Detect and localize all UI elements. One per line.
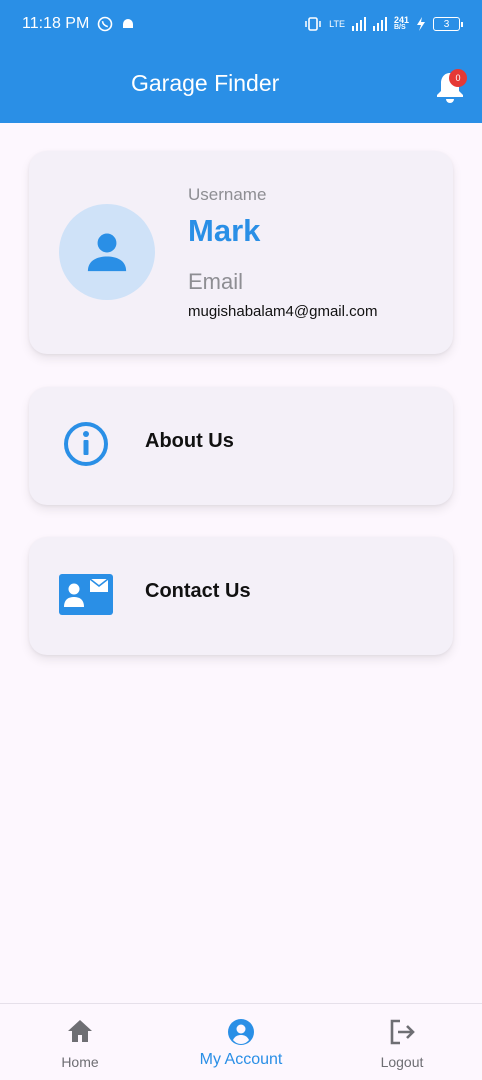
bottom-navigation: Home My Account Logout bbox=[0, 1003, 482, 1080]
nav-my-account[interactable]: My Account bbox=[161, 1004, 321, 1080]
about-us-card[interactable]: About Us bbox=[29, 387, 453, 505]
net-speed-value: 241 bbox=[393, 15, 409, 25]
android-icon bbox=[123, 19, 134, 28]
whatsapp-icon bbox=[97, 16, 113, 32]
info-icon bbox=[64, 422, 108, 466]
signal-icon bbox=[351, 17, 366, 31]
nav-logout-label: Logout bbox=[380, 1054, 424, 1070]
contact-card-icon bbox=[59, 574, 113, 615]
net-speed-unit: B/S bbox=[393, 24, 406, 31]
vibrate-icon bbox=[305, 17, 321, 31]
charging-icon bbox=[417, 17, 425, 31]
battery-level: 3 bbox=[443, 18, 450, 30]
profile-card: Username Mark Email mugishabalam4@gmail.… bbox=[29, 151, 453, 354]
contact-us-label: Contact Us bbox=[145, 580, 251, 602]
avatar bbox=[59, 204, 155, 300]
nav-logout[interactable]: Logout bbox=[322, 1004, 482, 1080]
nav-my-account-label: My Account bbox=[199, 1051, 283, 1068]
person-icon bbox=[87, 233, 127, 272]
network-type: LTE bbox=[329, 19, 345, 29]
nav-home-label: Home bbox=[61, 1054, 99, 1070]
notification-badge: 0 bbox=[449, 69, 467, 87]
home-icon bbox=[68, 1020, 92, 1042]
nav-home[interactable]: Home bbox=[0, 1004, 160, 1080]
battery-icon: 3 bbox=[433, 17, 463, 31]
status-bar: 11:18 PM LTE 241 B/S 3 bbox=[0, 0, 482, 48]
signal-icon-2 bbox=[372, 17, 387, 31]
email-label: Email bbox=[188, 269, 244, 294]
logout-icon bbox=[390, 1019, 415, 1045]
page-title: Garage Finder bbox=[131, 70, 280, 96]
account-circle-icon bbox=[228, 1019, 254, 1045]
app-bar: 11:18 PM LTE 241 B/S 3 Garage Finder 0 bbox=[0, 0, 482, 123]
username-value: Mark bbox=[188, 213, 261, 248]
email-value: mugishabalam4@gmail.com bbox=[188, 303, 378, 320]
about-us-label: About Us bbox=[145, 430, 234, 452]
status-time: 11:18 PM bbox=[22, 15, 90, 32]
username-label: Username bbox=[188, 185, 267, 204]
contact-us-card[interactable]: Contact Us bbox=[29, 537, 453, 655]
